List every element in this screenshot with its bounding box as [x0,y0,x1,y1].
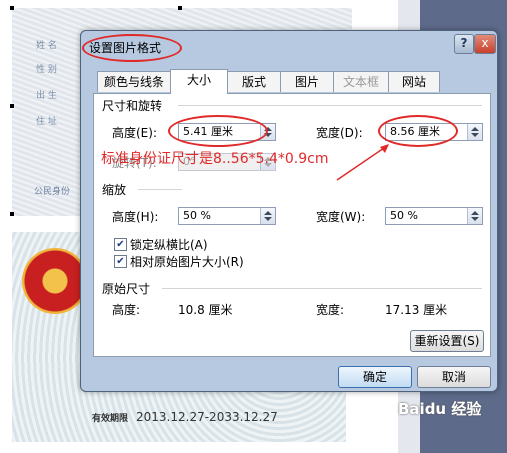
tab-size[interactable]: 大小 [170,69,228,94]
annotation-arrow-icon [336,144,389,181]
